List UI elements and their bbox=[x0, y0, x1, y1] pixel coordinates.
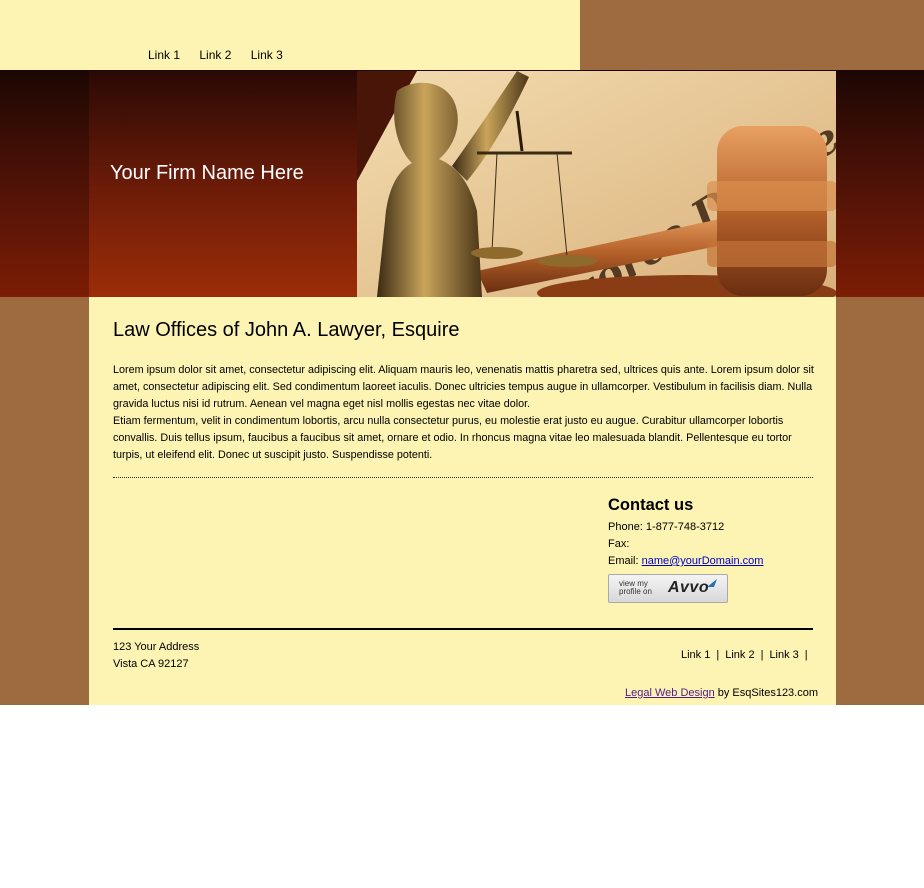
footer-divider bbox=[113, 628, 813, 630]
avvo-arrow-icon bbox=[707, 579, 717, 587]
banner-image-justice-gavel: Divorce Decree bbox=[357, 71, 836, 297]
footer-link-3[interactable]: Link 3 bbox=[769, 649, 798, 661]
top-nav: Link 1 Link 2 Link 3 bbox=[148, 48, 299, 62]
intro-paragraph-2: Etiam fermentum, velit in condimentum lo… bbox=[113, 415, 792, 461]
contact-title: Contact us bbox=[608, 496, 694, 514]
footer-link-2[interactable]: Link 2 bbox=[725, 649, 754, 661]
top-bar-accent bbox=[580, 0, 924, 70]
avvo-caption-line-2: profile on bbox=[619, 587, 652, 596]
intro-paragraph-1: Lorem ipsum dolor sit amet, consectetur … bbox=[113, 364, 814, 410]
avvo-profile-badge[interactable]: view my profile on Avvo bbox=[608, 574, 728, 603]
page-title: Law Offices of John A. Lawyer, Esquire bbox=[113, 319, 460, 341]
top-nav-link-1[interactable]: Link 1 bbox=[148, 48, 180, 62]
contact-email-row: Email: name@yourDomain.com bbox=[608, 555, 763, 567]
content-panel bbox=[89, 297, 836, 705]
contact-phone: Phone: 1-877-748-3712 bbox=[608, 521, 725, 533]
footer-address-line-2: Vista CA 92127 bbox=[113, 658, 189, 670]
side-band-left bbox=[0, 297, 89, 705]
credit-link[interactable]: Legal Web Design bbox=[625, 687, 715, 699]
credit-text: by EsqSites123.com bbox=[714, 687, 819, 699]
contact-email-link[interactable]: name@yourDomain.com bbox=[642, 555, 764, 567]
footer-separator: | bbox=[760, 649, 764, 661]
footer-separator: | bbox=[804, 649, 808, 661]
avvo-badge-caption: view my profile on bbox=[619, 580, 652, 596]
firm-name: Your Firm Name Here bbox=[110, 162, 304, 184]
contact-fax: Fax: bbox=[608, 538, 630, 550]
footer-nav: Link 1 | Link 2 | Link 3 | bbox=[681, 649, 814, 661]
top-nav-link-2[interactable]: Link 2 bbox=[199, 48, 231, 62]
side-band-right bbox=[836, 297, 924, 705]
top-nav-link-3[interactable]: Link 3 bbox=[251, 48, 283, 62]
footer-address-line-1: 123 Your Address bbox=[113, 641, 200, 653]
footer-separator: | bbox=[716, 649, 720, 661]
intro-text: Lorem ipsum dolor sit amet, consectetur … bbox=[113, 362, 816, 464]
dotted-divider bbox=[113, 477, 813, 478]
contact-email-label: Email: bbox=[608, 555, 639, 567]
footer-credit: Legal Web Design by EsqSites123.com bbox=[625, 687, 818, 699]
footer-link-1[interactable]: Link 1 bbox=[681, 649, 710, 661]
avvo-logo: Avvo bbox=[668, 579, 710, 596]
